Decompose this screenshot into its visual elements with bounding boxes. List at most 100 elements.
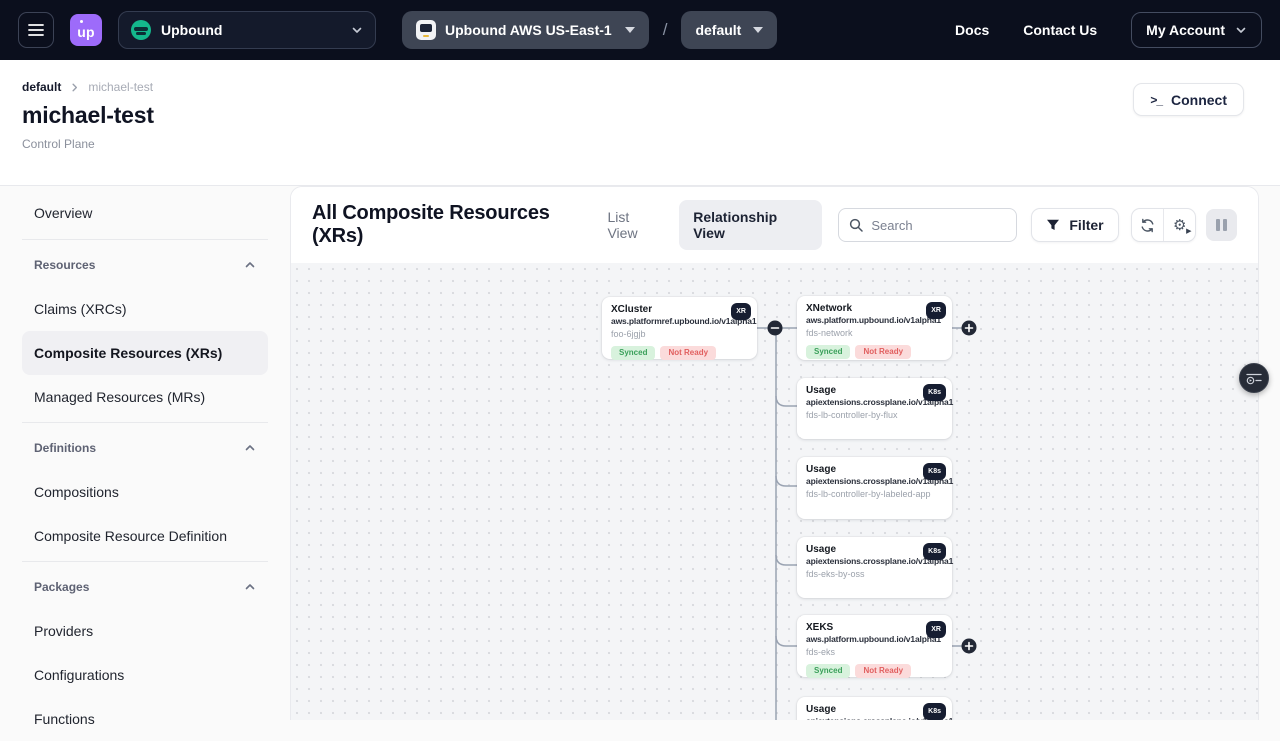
not-ready-badge: Not Ready: [855, 664, 911, 678]
sidebar-item-providers[interactable]: Providers: [22, 609, 268, 653]
kind-badge: XR: [926, 302, 946, 319]
search-icon: [849, 218, 863, 232]
organization-selector[interactable]: Upbound: [118, 11, 376, 49]
node-title: XEKS: [806, 622, 943, 633]
synced-badge: Synced: [611, 346, 655, 360]
sidebar-item-managed-resources[interactable]: Managed Resources (MRs): [22, 375, 268, 419]
node-resource-name: fds-network: [806, 328, 943, 338]
divider: [22, 561, 268, 562]
my-account-label: My Account: [1146, 22, 1225, 38]
sidebar-item-configurations[interactable]: Configurations: [22, 653, 268, 697]
kind-badge: K8s: [923, 543, 946, 560]
status-row: Synced Not Ready: [797, 657, 952, 686]
graph-edges: [291, 263, 1258, 720]
status-row: Synced Not Ready: [797, 338, 952, 367]
sidebar-section-definitions[interactable]: Definitions: [22, 426, 268, 470]
sidebar-item-claims[interactable]: Claims (XRCs): [22, 287, 268, 331]
kind-badge: K8s: [923, 703, 946, 720]
my-account-menu[interactable]: My Account: [1131, 12, 1262, 48]
page-subtitle: Control Plane: [22, 137, 1244, 151]
graph-node-xnetwork[interactable]: XR XNetwork aws.platform.upbound.io/v1al…: [797, 296, 952, 360]
refresh-button[interactable]: [1132, 209, 1164, 241]
graph-legend-button[interactable]: [1239, 363, 1269, 393]
sidebar-item-functions[interactable]: Functions: [22, 697, 268, 741]
connect-label: Connect: [1171, 92, 1227, 108]
node-api-version: apiextensions.crossplane.io/v1alpha1: [806, 716, 943, 720]
group-name: default: [695, 22, 741, 38]
page-title: michael-test: [22, 102, 1244, 129]
node-resource-name: foo-6jgjb: [611, 329, 748, 339]
collapse-node-button[interactable]: [768, 321, 783, 336]
synced-badge: Synced: [806, 664, 850, 678]
node-resource-name: fds-lb-controller-by-labeled-app: [806, 489, 943, 499]
divider: [22, 239, 268, 240]
connect-button[interactable]: >_ Connect: [1133, 83, 1244, 116]
chevron-down-icon: [625, 27, 635, 33]
filter-button[interactable]: Filter: [1031, 208, 1118, 242]
graph-node-usage-flux[interactable]: K8s Usage apiextensions.crossplane.io/v1…: [797, 378, 952, 439]
hamburger-icon: [28, 23, 44, 37]
node-resource-name: fds-lb-controller-by-flux: [806, 410, 943, 420]
tab-relationship-view[interactable]: Relationship View: [679, 200, 822, 250]
kind-badge: XR: [731, 303, 751, 320]
sidebar-item-overview[interactable]: Overview: [22, 190, 268, 236]
breadcrumb-parent[interactable]: default: [22, 80, 61, 94]
kind-badge: K8s: [923, 384, 946, 401]
path-separator: /: [663, 20, 668, 40]
divider: [22, 422, 268, 423]
node-title: XCluster: [611, 304, 748, 315]
space-icon: [416, 20, 436, 40]
node-api-version: aws.platform.upbound.io/v1alpha1: [806, 634, 943, 644]
pause-icon: [1216, 219, 1220, 231]
pause-icon: [1223, 219, 1227, 231]
top-navbar: up Upbound Upbound AWS US-East-1 / defau…: [0, 0, 1280, 60]
refresh-icon: [1140, 218, 1155, 233]
gear-glyph: ⚙: [1173, 217, 1186, 234]
pause-button[interactable]: [1206, 209, 1237, 241]
run-settings-button[interactable]: ⚙ ▶: [1163, 209, 1195, 241]
status-row: Synced Not Ready: [602, 339, 757, 368]
sidebar-section-packages[interactable]: Packages: [22, 565, 268, 609]
filter-label: Filter: [1069, 217, 1103, 233]
page-header: default michael-test michael-test Contro…: [0, 60, 1280, 186]
sidebar-item-compositions[interactable]: Compositions: [22, 470, 268, 514]
node-resource-name: fds-eks-by-oss: [806, 569, 943, 579]
expand-node-button[interactable]: [962, 639, 977, 654]
section-title: Resources: [34, 258, 95, 272]
chevron-down-icon: [1235, 24, 1247, 36]
relationship-graph-canvas[interactable]: XR XCluster aws.platformref.upbound.io/v…: [291, 263, 1258, 720]
chevron-down-icon: [753, 27, 763, 33]
graph-actions-group: ⚙ ▶: [1131, 208, 1197, 242]
docs-link[interactable]: Docs: [955, 22, 989, 38]
kind-badge: XR: [926, 621, 946, 638]
graph-node-xeks[interactable]: XR XEKS aws.platform.upbound.io/v1alpha1…: [797, 615, 952, 677]
graph-node-usage-labeled-app[interactable]: K8s Usage apiextensions.crossplane.io/v1…: [797, 457, 952, 519]
sidebar-item-composite-resource-definition[interactable]: Composite Resource Definition: [22, 514, 268, 558]
gear-play-icon: ⚙ ▶: [1173, 218, 1186, 233]
node-api-version: apiextensions.crossplane.io/v1alpha1: [806, 476, 943, 486]
search-box: [838, 208, 1017, 242]
control-plane-name: Upbound AWS US-East-1: [445, 22, 612, 38]
node-title: XNetwork: [806, 303, 943, 314]
not-ready-badge: Not Ready: [660, 346, 716, 360]
breadcrumb: default michael-test: [22, 80, 1244, 94]
logo-text: up: [77, 24, 95, 40]
kind-badge: K8s: [923, 463, 946, 480]
contact-us-link[interactable]: Contact Us: [1023, 22, 1097, 38]
group-selector[interactable]: default: [681, 11, 777, 49]
chevron-right-icon: [69, 82, 80, 93]
node-api-version: apiextensions.crossplane.io/v1alpha1: [806, 556, 943, 566]
control-plane-selector[interactable]: Upbound AWS US-East-1: [402, 11, 649, 49]
menu-button[interactable]: [18, 12, 54, 48]
navbar-right: Docs Contact Us My Account: [955, 12, 1262, 48]
graph-node-usage-oss[interactable]: K8s Usage apiextensions.crossplane.io/v1…: [797, 537, 952, 598]
graph-node-xcluster[interactable]: XR XCluster aws.platformref.upbound.io/v…: [602, 297, 757, 359]
sidebar-section-resources[interactable]: Resources: [22, 243, 268, 287]
search-input[interactable]: [871, 218, 1006, 233]
expand-node-button[interactable]: [962, 321, 977, 336]
upbound-logo[interactable]: up: [70, 14, 102, 46]
tab-list-view[interactable]: List View: [595, 201, 673, 249]
panel-title: All Composite Resources (XRs): [312, 202, 595, 248]
graph-node-usage-bottom[interactable]: K8s Usage apiextensions.crossplane.io/v1…: [797, 697, 952, 720]
sidebar-item-composite-resources[interactable]: Composite Resources (XRs): [22, 331, 268, 375]
